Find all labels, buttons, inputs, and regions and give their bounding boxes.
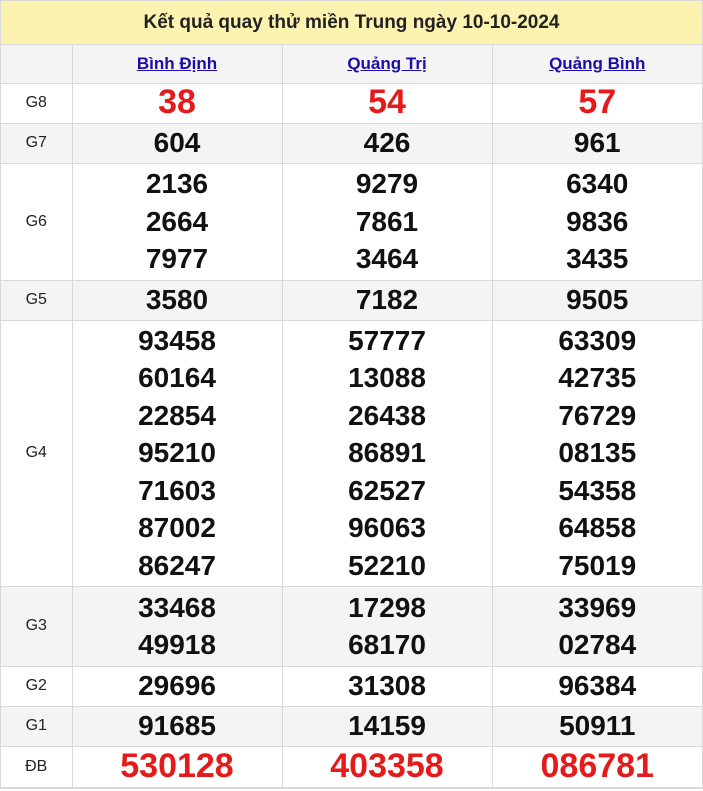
- prize-number: 9279: [355, 168, 419, 200]
- prize-number: 49918: [138, 629, 216, 660]
- prize-label: G3: [1, 585, 73, 667]
- prize-number: 7861: [355, 205, 419, 237]
- prize-number: 50911: [491, 705, 702, 747]
- prize-number: 52210: [348, 549, 426, 581]
- results-table: Bình Định Quảng Trị Quảng Bình G8 38 54 …: [1, 45, 702, 788]
- header-empty-cell: [1, 45, 73, 84]
- prize-number: 62527: [348, 474, 426, 506]
- prize-label: G7: [1, 122, 73, 164]
- prize-row-g8: G8 38 54 57: [1, 82, 702, 124]
- prize-number: 2664: [145, 205, 209, 237]
- province-link-quang-tri[interactable]: Quảng Trị: [347, 54, 426, 73]
- prize-number: 08135: [558, 437, 637, 469]
- prize-label: G5: [1, 279, 73, 321]
- prize-number: 22854: [138, 399, 216, 431]
- prize-number: 6340: [566, 168, 629, 200]
- prize-number: 64858: [558, 512, 637, 544]
- prize-row-special: ĐB 530128 403358 086781: [1, 745, 702, 788]
- prize-label: G1: [1, 705, 73, 747]
- province-link-quang-binh[interactable]: Quảng Bình: [549, 54, 645, 73]
- prize-number: 57: [491, 82, 702, 124]
- prize-number: 95210: [138, 437, 216, 469]
- prize-number: 7977: [145, 243, 209, 275]
- prize-number: 57777: [348, 324, 426, 356]
- prize-number: 26438: [348, 399, 426, 431]
- prize-number: 13088: [348, 362, 426, 394]
- page-title: Kết quả quay thử miền Trung ngày 10-10-2…: [1, 1, 702, 45]
- prize-row-g6: G6 2136 2664 7977 9279 7861 3464 6340 98…: [1, 162, 702, 281]
- special-prize-number: 403358: [281, 745, 493, 788]
- province-link-binh-dinh[interactable]: Bình Định: [137, 54, 217, 73]
- prize-number: 71603: [138, 474, 216, 506]
- special-prize-number: 086781: [491, 745, 702, 788]
- prize-number: 33969: [558, 591, 637, 623]
- prize-row-g1: G1 91685 14159 50911: [1, 705, 702, 747]
- prize-number: 2136: [145, 168, 209, 200]
- prize-label: ĐB: [1, 745, 73, 788]
- prize-number: 75019: [558, 549, 637, 581]
- prize-number: 31308: [281, 665, 493, 707]
- prize-label: G6: [1, 162, 73, 281]
- special-prize-number: 530128: [71, 745, 283, 788]
- prize-number: 54358: [558, 474, 637, 506]
- prize-row-g5: G5 3580 7182 9505: [1, 279, 702, 321]
- prize-number: 60164: [138, 362, 216, 394]
- prize-number: 3435: [566, 243, 629, 275]
- prize-number: 02784: [558, 629, 637, 660]
- prize-number: 96063: [348, 512, 426, 544]
- results-board: Kết quả quay thử miền Trung ngày 10-10-2…: [0, 0, 703, 789]
- prize-number: 14159: [281, 705, 493, 747]
- prize-number: 3464: [355, 243, 419, 275]
- prize-number: 7182: [281, 279, 493, 321]
- prize-number: 426: [281, 122, 493, 164]
- prize-number: 9505: [491, 279, 702, 321]
- prize-row-g4: G4 93458 60164 22854 95210 71603 87002 8…: [1, 319, 702, 587]
- prize-number: 29696: [71, 665, 283, 707]
- prize-number: 33468: [138, 591, 216, 623]
- prize-number: 604: [71, 122, 283, 164]
- header-row: Bình Định Quảng Trị Quảng Bình: [1, 45, 702, 84]
- prize-number: 38: [71, 82, 283, 124]
- prize-number: 54: [281, 82, 493, 124]
- prize-label: G2: [1, 665, 73, 707]
- prize-number: 76729: [558, 399, 637, 431]
- prize-number: 86891: [348, 437, 426, 469]
- prize-number: 9836: [566, 205, 629, 237]
- prize-number: 3580: [71, 279, 283, 321]
- prize-number: 91685: [71, 705, 283, 747]
- prize-number: 68170: [348, 629, 426, 660]
- prize-row-g3: G3 33468 49918 17298 68170 33969 02784: [1, 585, 702, 667]
- prize-row-g2: G2 29696 31308 96384: [1, 665, 702, 707]
- prize-number: 87002: [138, 512, 216, 544]
- prize-number: 17298: [348, 591, 426, 623]
- prize-number: 63309: [558, 324, 637, 356]
- prize-row-g7: G7 604 426 961: [1, 122, 702, 164]
- prize-label: G4: [1, 319, 73, 587]
- prize-number: 96384: [491, 665, 702, 707]
- prize-number: 961: [491, 122, 702, 164]
- prize-number: 42735: [558, 362, 637, 394]
- prize-number: 93458: [138, 324, 216, 356]
- prize-number: 86247: [138, 549, 216, 581]
- prize-label: G8: [1, 82, 73, 124]
